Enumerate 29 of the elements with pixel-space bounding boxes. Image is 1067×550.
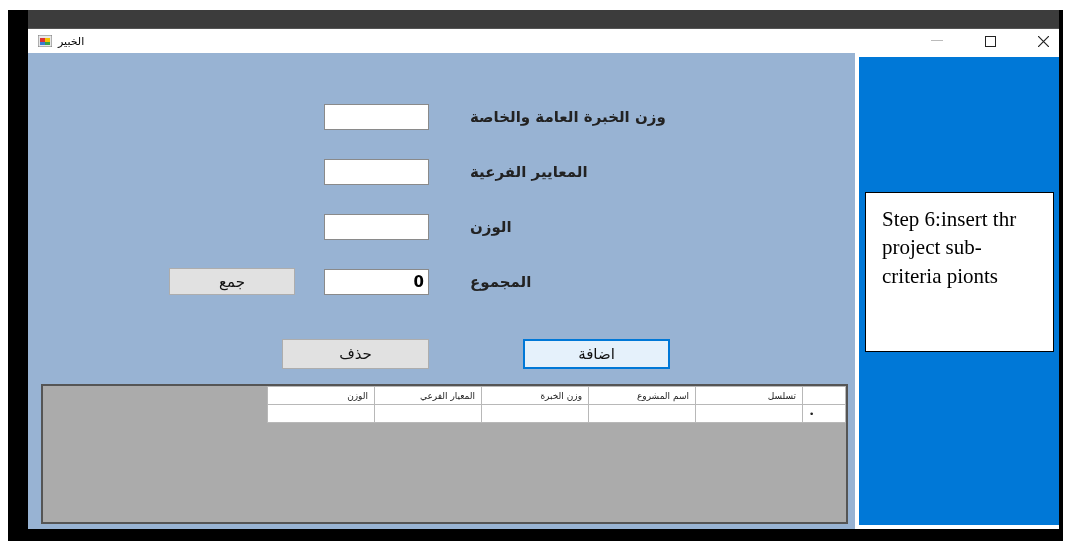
maximize-icon[interactable] — [985, 35, 996, 47]
column-header[interactable]: وزن الخبرة — [481, 386, 589, 405]
input-field[interactable]: 0 — [324, 268, 429, 295]
column-header[interactable]: المعيار الفرعي — [374, 386, 482, 405]
minimize-icon[interactable] — [931, 40, 943, 42]
table-cell[interactable] — [695, 404, 803, 423]
table-cell[interactable] — [588, 404, 696, 423]
table-cell[interactable] — [374, 404, 482, 423]
row-header — [802, 386, 846, 405]
table-cell[interactable] — [267, 404, 375, 423]
field-label: المعايير الفرعية — [470, 162, 589, 181]
column-header[interactable]: الوزن — [267, 386, 375, 405]
column-header[interactable]: تسلسل — [695, 386, 803, 405]
field-label: وزن الخبرة العامة والخاصة — [470, 107, 667, 126]
new-row-marker: • — [802, 404, 846, 423]
window-title: الخبير — [58, 34, 85, 48]
field-label: المجموع — [470, 272, 533, 291]
table-cell[interactable] — [481, 404, 589, 423]
input-field[interactable] — [324, 103, 429, 130]
sum-button[interactable]: جمع — [169, 268, 295, 295]
add-button[interactable]: اضافة — [523, 339, 670, 369]
input-field[interactable] — [324, 213, 429, 240]
column-header[interactable]: اسم المشروع — [588, 386, 696, 405]
input-field[interactable] — [324, 158, 429, 185]
annotation-text: Step 6:insert thr project sub-criteria pionts — [882, 206, 1018, 290]
app-icon — [38, 35, 52, 47]
field-label: الوزن — [470, 217, 513, 236]
delete-button[interactable]: حذف — [282, 339, 429, 369]
close-icon[interactable] — [1038, 35, 1049, 47]
